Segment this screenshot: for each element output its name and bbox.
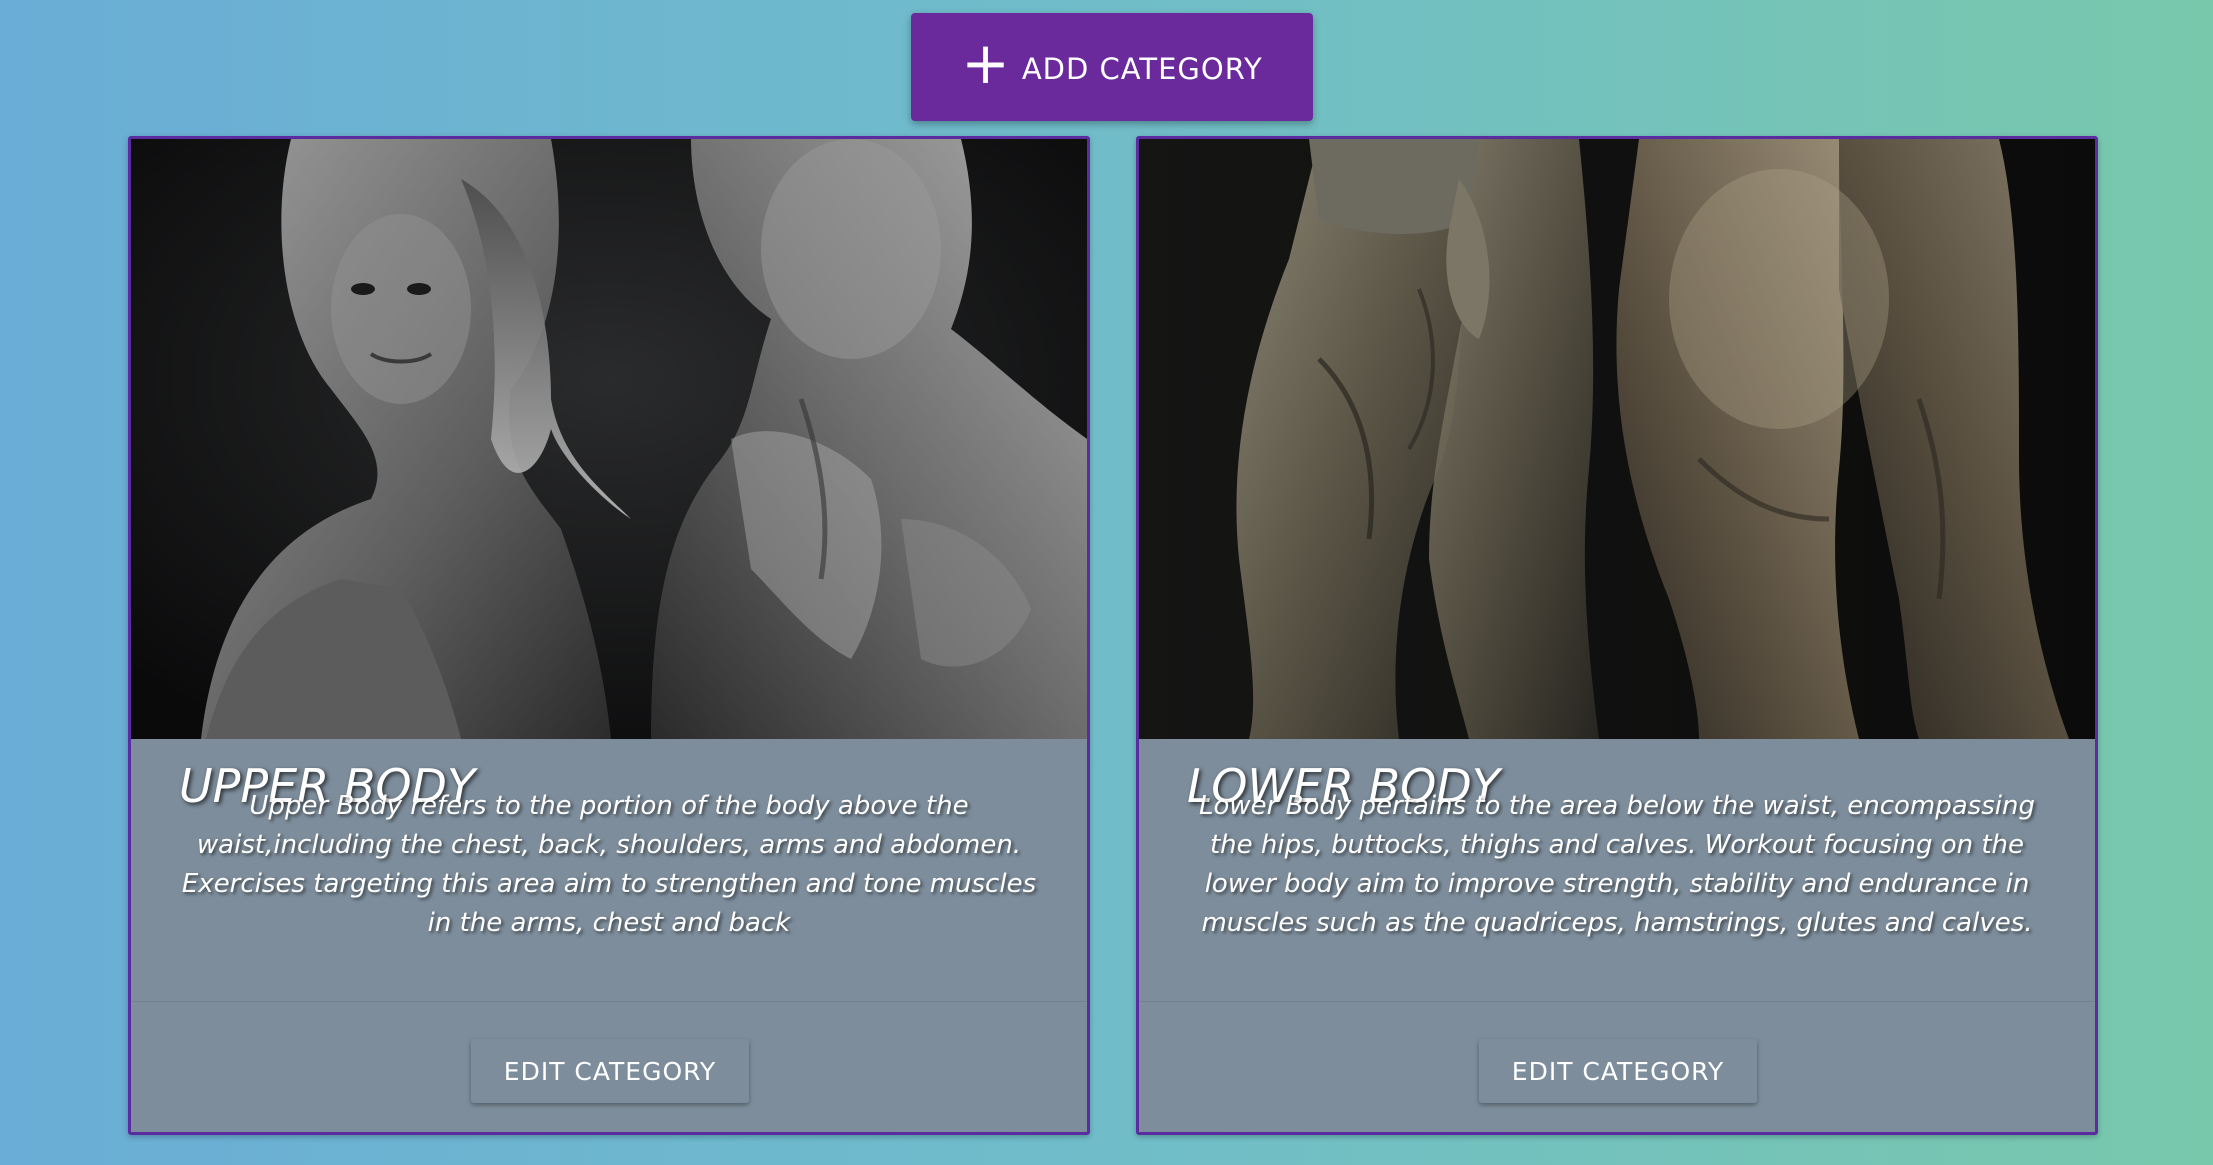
card-divider: [1139, 1001, 2095, 1002]
plus-icon: +: [961, 29, 1010, 97]
category-description: Lower Body pertains to the area below th…: [1199, 791, 2035, 938]
category-card-upper-body: UPPER BODY Upper Body refers to the port…: [128, 136, 1090, 1135]
upper-body-photo: [131, 139, 1087, 739]
add-category-button[interactable]: + ADD CATEGORY: [911, 13, 1313, 121]
card-divider: [131, 1001, 1087, 1002]
lower-body-photo: [1139, 139, 2095, 739]
add-category-label: ADD CATEGORY: [1021, 52, 1263, 86]
edit-category-button[interactable]: EDIT CATEGORY: [471, 1039, 749, 1103]
category-card-lower-body: LOWER BODY Lower Body pertains to the ar…: [1136, 136, 2098, 1135]
category-description: Upper Body refers to the portion of the …: [181, 791, 1037, 938]
edit-category-button[interactable]: EDIT CATEGORY: [1479, 1039, 1757, 1103]
